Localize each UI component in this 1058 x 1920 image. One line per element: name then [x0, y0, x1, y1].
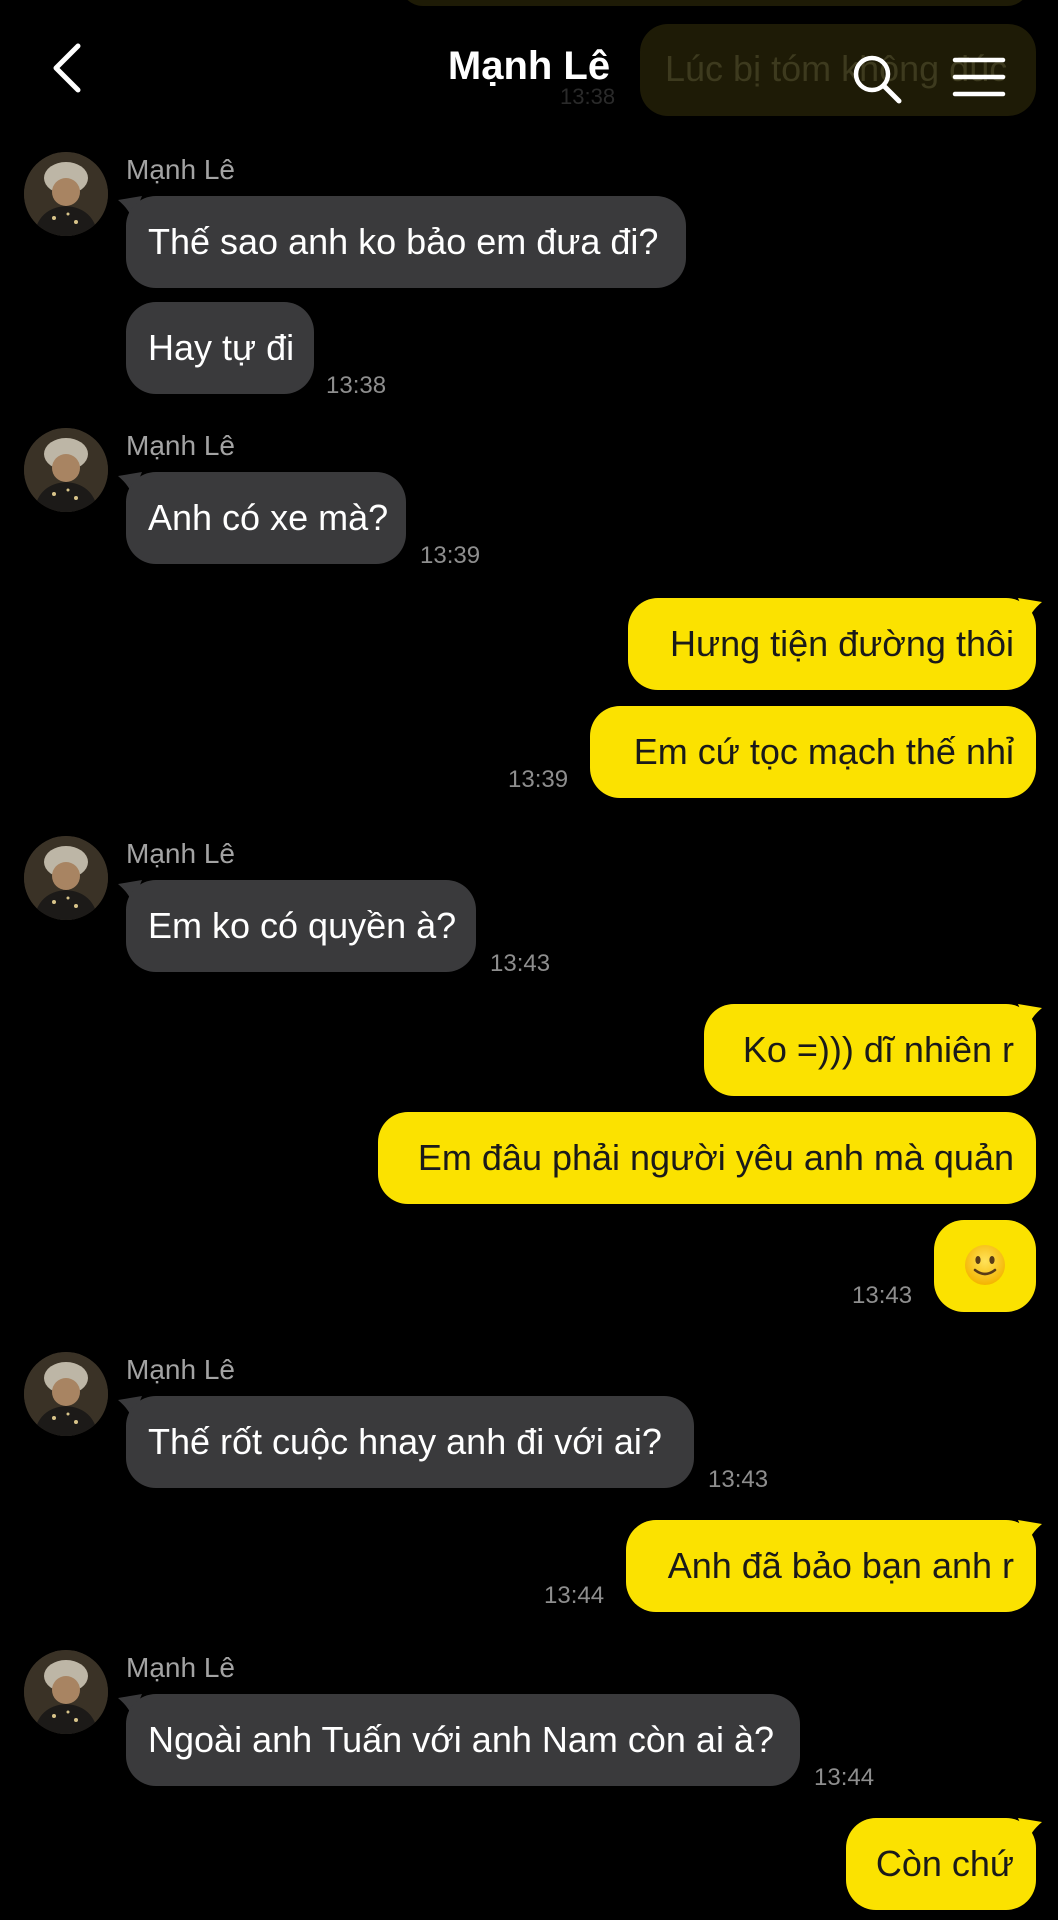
sender-name: Mạnh Lê: [126, 430, 235, 461]
sender-name: Mạnh Lê: [126, 838, 235, 869]
avatar[interactable]: [24, 836, 108, 920]
message-bubble-outgoing[interactable]: Còn chứ: [846, 1818, 1036, 1910]
chat-header: Mạnh Lê: [0, 0, 1058, 140]
profile-photo-icon: [24, 836, 108, 920]
avatar[interactable]: [24, 152, 108, 236]
message-time: 13:44: [814, 1764, 875, 1791]
profile-photo-icon: [24, 1352, 108, 1436]
avatar[interactable]: [24, 1650, 108, 1734]
message-bubble-outgoing[interactable]: Em cứ tọc mạch thế nhỉ: [590, 706, 1036, 798]
message-bubble-incoming[interactable]: Thế rốt cuộc hnay anh đi với ai?: [126, 1396, 694, 1488]
search-icon: [853, 55, 902, 104]
message-bubble-incoming[interactable]: Thế sao anh ko bảo em đưa đi?: [126, 196, 686, 288]
message-bubble-outgoing[interactable]: Hưng tiện đường thôi: [628, 598, 1036, 690]
chat-screen: Lúc bị tóm không đúc 13:38 Mạnh Lê Mạnh …: [0, 0, 1058, 1920]
message-bubble-incoming[interactable]: Em ko có quyền à?: [126, 880, 476, 972]
hamburger-menu-icon: [952, 57, 1006, 97]
message-bubble-outgoing[interactable]: [934, 1220, 1036, 1312]
sender-name: Mạnh Lê: [126, 1354, 235, 1385]
avatar[interactable]: [24, 1352, 108, 1436]
message-time: 13:43: [490, 950, 551, 977]
search-button[interactable]: [850, 52, 904, 106]
message-bubble-incoming[interactable]: Hay tự đi: [126, 302, 314, 394]
menu-button[interactable]: [952, 54, 1006, 100]
sender-name: Mạnh Lê: [126, 154, 235, 185]
message-bubble-incoming[interactable]: Anh có xe mà?: [126, 472, 406, 564]
message-time: 13:43: [708, 1466, 769, 1493]
avatar[interactable]: [24, 428, 108, 512]
message-time: 13:38: [326, 372, 387, 399]
message-bubble-outgoing[interactable]: Anh đã bảo bạn anh r: [626, 1520, 1036, 1612]
message-time: 13:39: [420, 542, 481, 569]
profile-photo-icon: [24, 152, 108, 236]
profile-photo-icon: [24, 428, 108, 512]
message-time: 13:43: [852, 1282, 913, 1309]
sender-name: Mạnh Lê: [126, 1652, 235, 1683]
message-time: 13:39: [508, 766, 569, 793]
message-bubble-incoming[interactable]: Ngoài anh Tuấn với anh Nam còn ai à?: [126, 1694, 800, 1786]
message-time: 13:44: [544, 1582, 605, 1609]
message-bubble-outgoing[interactable]: Em đâu phải người yêu anh mà quản: [378, 1112, 1036, 1204]
message-bubble-outgoing[interactable]: Ko =))) dĩ nhiên r: [704, 1004, 1036, 1096]
slightly-smiling-face-icon: [965, 1245, 1005, 1286]
profile-photo-icon: [24, 1650, 108, 1734]
